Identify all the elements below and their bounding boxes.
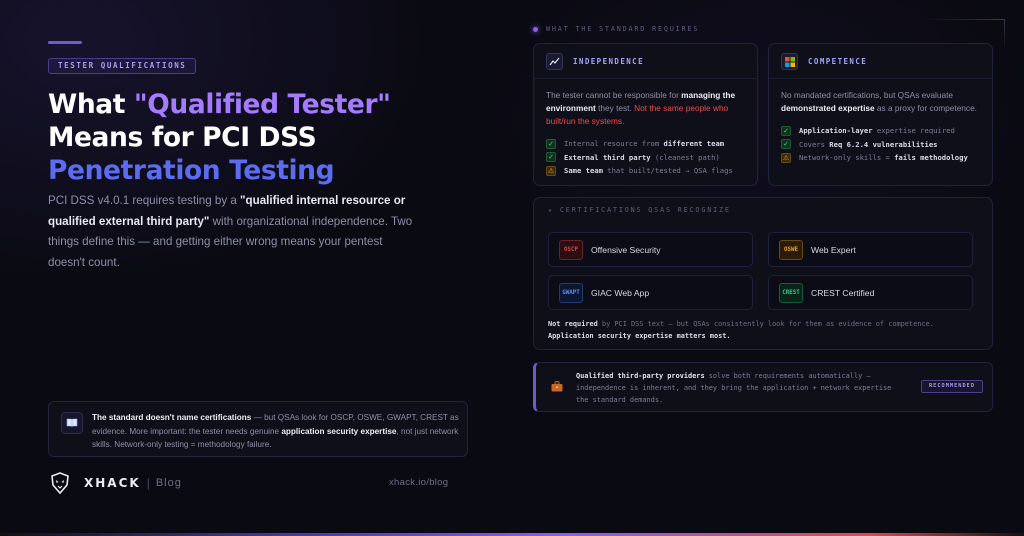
recommendation-box: Qualified third-party providers solve bo…: [533, 362, 993, 412]
check-strong: Req 6.2.4 vulnerabilities: [829, 139, 938, 149]
requirements-heading-text: WHAT THE STANDARD REQUIRES: [546, 25, 700, 33]
card-header: COMPETENCE: [769, 44, 992, 79]
book-icon: [61, 412, 83, 434]
accent-line: [48, 41, 82, 44]
check-text: Network-only skills = fails methodology: [799, 153, 968, 162]
corner-decoration: [925, 19, 1005, 20]
check-item: ⚠ Same team that built/tested → QSA flag…: [546, 164, 745, 178]
certifications-heading: ★ CERTIFICATIONS QSAS RECOGNIZE: [548, 206, 731, 214]
note-text: The standard doesn't name certifications…: [92, 411, 462, 452]
desc-text-2: as a proxy for competence.: [874, 103, 977, 113]
check-strong: Same team: [564, 166, 603, 176]
title-prefix: What: [48, 89, 134, 120]
blog-url-link[interactable]: xhack.io/blog: [389, 477, 448, 488]
desc-text-2: they test.: [595, 103, 635, 113]
check-text: Same team that built/tested → QSA flags: [564, 166, 733, 175]
recommendation-text: Qualified third-party providers solve bo…: [576, 370, 906, 407]
check-item: ✓ Covers Req 6.2.4 vulnerabilities: [781, 138, 980, 152]
footnote-text: by PCI DSS text — but QSAs consistently …: [597, 320, 934, 328]
cert-badge: CREST: [779, 282, 803, 303]
check-strong: fails methodology: [894, 153, 968, 163]
brand-separator: |: [146, 476, 150, 490]
check-icon: ✓: [781, 125, 791, 136]
intro-text-1: PCI DSS v4.0.1 requires testing by a: [48, 194, 241, 207]
cert-name: CREST Certified: [811, 287, 875, 298]
cert-item-oscp: OSCP Offensive Security: [548, 232, 753, 267]
cert-badge: GWAPT: [559, 282, 583, 303]
warning-icon: ⚠: [546, 165, 556, 176]
check-strong: External third party: [564, 152, 651, 162]
cert-name: Web Expert: [811, 244, 856, 255]
card-body: No mandated certifications, but QSAs eva…: [769, 79, 992, 175]
check-post: that built/tested → QSA flags: [602, 166, 733, 176]
certifications-heading-text: CERTIFICATIONS QSAS RECOGNIZE: [559, 206, 731, 214]
title-line2: Means for PCI DSS: [48, 122, 317, 153]
independence-card: INDEPENDENCE The tester cannot be respon…: [533, 43, 758, 186]
recommendation-emphasis: Qualified third-party providers: [576, 372, 705, 380]
cert-name: GIAC Web App: [591, 287, 650, 298]
card-title: COMPETENCE: [808, 56, 868, 66]
check-text: External third party (cleanest path): [564, 153, 720, 162]
bullet-dot-icon: [533, 26, 538, 32]
chart-icon: [546, 52, 563, 70]
brand-section: Blog: [155, 477, 182, 489]
cert-item-crest: CREST CREST Certified: [768, 275, 973, 310]
cert-badge: OSWE: [779, 239, 803, 260]
card-title: INDEPENDENCE: [573, 56, 644, 66]
check-item: ✓ External third party (cleanest path): [546, 151, 745, 165]
note-emphasis-1: The standard doesn't name certifications: [92, 413, 252, 422]
check-text: Internal resource from different team: [564, 139, 724, 148]
requirements-heading: WHAT THE STANDARD REQUIRES: [533, 25, 699, 33]
footnote-emphasis-1: Not required: [548, 320, 598, 328]
check-item: ✓ Application-layer expertise required: [781, 124, 980, 138]
card-header: INDEPENDENCE: [534, 44, 757, 79]
wolf-logo-icon: [51, 472, 69, 495]
check-icon: ✓: [546, 138, 556, 149]
category-tag: TESTER QUALIFICATIONS: [48, 58, 197, 74]
intro-paragraph: PCI DSS v4.0.1 requires testing by a "qu…: [48, 191, 418, 273]
desc-text-1: No mandated certifications, but QSAs eva…: [781, 90, 954, 100]
brand[interactable]: XHACK | Blog: [48, 471, 182, 495]
cert-item-gwapt: GWAPT GIAC Web App: [548, 275, 753, 310]
check-post: (cleanest path): [650, 152, 720, 162]
competence-card: COMPETENCE No mandated certifications, b…: [768, 43, 993, 186]
card-description: No mandated certifications, but QSAs eva…: [781, 89, 980, 115]
certification-note: The standard doesn't name certifications…: [48, 401, 468, 457]
check-icon: ✓: [781, 139, 791, 150]
check-text: Application-layer expertise required: [799, 126, 955, 135]
certifications-panel: ★ CERTIFICATIONS QSAS RECOGNIZE OSCP Offe…: [533, 197, 993, 350]
check-item: ✓ Internal resource from different team: [546, 137, 745, 151]
windows-icon: [781, 52, 798, 70]
corner-decoration-vertical: [1004, 19, 1005, 49]
card-body: The tester cannot be responsible for man…: [534, 79, 757, 188]
card-description: The tester cannot be responsible for man…: [546, 89, 745, 128]
check-pre: Network-only skills =: [799, 153, 895, 163]
cert-badge: OSCP: [559, 239, 583, 260]
check-icon: ✓: [546, 152, 556, 163]
star-icon: ★: [548, 206, 554, 214]
briefcase-icon: [551, 381, 563, 395]
cert-name: Offensive Security: [591, 244, 661, 255]
desc-emphasis: demonstrated expertise: [781, 103, 875, 113]
check-pre: Internal resource from: [564, 139, 664, 149]
check-post: expertise required: [872, 126, 955, 136]
footnote-emphasis-2: Application security expertise matters m…: [548, 332, 731, 340]
recommended-badge: RECOMMENDED: [921, 380, 983, 393]
title-highlight: "Qualified Tester": [133, 89, 391, 120]
check-strong: different team: [663, 139, 725, 149]
note-emphasis-2: application security expertise: [281, 426, 397, 436]
check-item: ⚠ Network-only skills = fails methodolog…: [781, 151, 980, 165]
check-text: Covers Req 6.2.4 vulnerabilities: [799, 140, 937, 149]
page-title: What "Qualified Tester" Means for PCI DS…: [48, 88, 488, 187]
check-pre: Covers: [799, 139, 830, 149]
check-strong: Application-layer: [799, 126, 873, 136]
cert-item-oswe: OSWE Web Expert: [768, 232, 973, 267]
brand-name: XHACK: [84, 476, 141, 490]
desc-text-1: The tester cannot be responsible for: [546, 90, 682, 100]
title-line3: Penetration Testing: [48, 155, 335, 186]
certifications-footnote: Not required by PCI DSS text — but QSAs …: [548, 318, 978, 342]
warning-icon: ⚠: [781, 152, 791, 163]
